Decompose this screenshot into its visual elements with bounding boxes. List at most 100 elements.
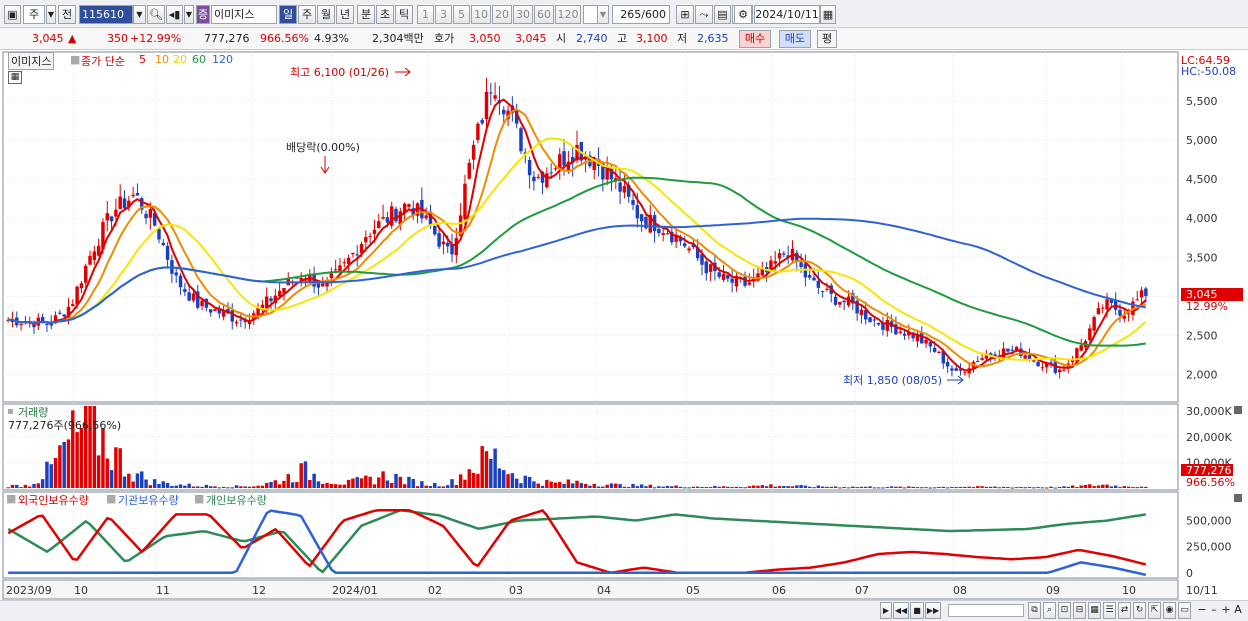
interval-button-20[interactable]: 20 [492,5,512,24]
scroll-right-icon[interactable]: ▶ [880,602,892,619]
volume-panel-close-icon[interactable] [1234,406,1242,414]
period-button-day[interactable]: 일 [279,5,297,24]
interval-button-30[interactable]: 30 [513,5,533,24]
eval-button[interactable]: 평 [817,30,837,48]
volume-bar [27,486,32,488]
interval-button-3[interactable]: 3 [435,5,452,24]
period-button-minute[interactable]: 분 [357,5,375,24]
candle-body [799,262,803,267]
prev-button[interactable]: 전 [58,5,76,24]
buy-button[interactable]: 매수 [739,30,771,48]
code-input[interactable]: 115610 [79,5,133,24]
export-icon[interactable]: ⇱ [1148,602,1161,619]
volume-bar [881,487,885,489]
candle-settings-icon[interactable]: ⊞ [676,5,694,24]
legend-ma60[interactable]: 60 [192,53,206,66]
period-select[interactable]: 주 [23,5,45,24]
volume-bar [191,486,196,488]
candle-body [161,242,166,246]
volume-bar [308,480,312,488]
zoom-dash-icon[interactable]: – [1208,602,1220,619]
chart-canvas[interactable]: 30,000K20,000K10,000K 500,000250,0000 5,… [0,50,1248,600]
interval-dropdown-icon[interactable]: ▼ [597,5,609,24]
holding-panel-close-icon[interactable] [1234,494,1242,502]
legend-foreign[interactable]: 외국인보유수량 [18,492,89,508]
scroll-end-icon[interactable]: ▶▶ [925,602,941,619]
open-label: 시 [556,32,567,45]
candle-body [424,215,428,219]
stock-badge: 증 [196,5,210,24]
date-field[interactable]: 2024/10/11 [754,5,820,24]
volume-bar [889,486,894,488]
interval-button-120[interactable]: 120 [555,5,581,24]
layout-icon[interactable]: ⊟ [1073,602,1086,619]
legend-individual[interactable]: 개인보유수량 [206,492,267,508]
volume-bar [545,479,549,488]
period-button-year[interactable]: 년 [336,5,354,24]
stop-icon[interactable]: ■ [910,602,924,619]
high-price: 3,100 [636,32,668,45]
candle-body [859,309,864,316]
interval-button-1[interactable]: 1 [417,5,434,24]
calendar-icon[interactable]: ▦ [820,5,836,24]
fit-icon[interactable]: ⊡ [1058,602,1071,619]
candle-body [75,286,79,305]
zoom-window-icon[interactable]: ⧉ [1028,602,1041,619]
grid-table-icon[interactable]: ▦ [8,71,22,84]
legend-institution[interactable]: 기관보유수량 [118,492,179,508]
candle-body [1096,308,1101,315]
volume-bar [695,486,700,488]
volume-bar [553,482,558,488]
search-icon[interactable]: 🔍︎ [147,5,165,24]
price-name-tag[interactable]: 이미지스 [8,52,55,70]
interval-button-10[interactable]: 10 [471,5,491,24]
zoom-slider[interactable] [948,604,1024,617]
candle-body [932,347,937,352]
legend-ma5[interactable]: 5 [139,53,146,66]
font-size-icon[interactable]: A [1232,602,1244,619]
volume-bar [454,484,459,488]
volume-bar [579,483,584,488]
legend-ma20[interactable]: 20 [173,53,187,66]
chart-area[interactable]: 30,000K 20,000K 10,000K 500,000 250,000 0 5,… [0,50,1248,600]
candle-body [618,182,622,192]
volume-bar [523,475,528,488]
period-button-month[interactable]: 월 [317,5,335,24]
price-y-tick: 3,500 [1186,251,1218,264]
drawing-tool-icon[interactable]: ⤳ [695,5,713,24]
interval-button-5[interactable]: 5 [453,5,470,24]
sound-icon[interactable]: ◂▮ [166,5,183,24]
count-field[interactable]: 265/600 [612,5,670,24]
volume-bar [230,487,234,489]
save-icon[interactable]: ▤ [714,5,731,24]
period-button-second[interactable]: 초 [376,5,394,24]
list-icon[interactable]: ☰ [1103,602,1116,619]
volume-bar [299,463,303,488]
interval-button-60[interactable]: 60 [534,5,554,24]
sound-dropdown-icon[interactable]: ▼ [184,5,194,24]
sell-button[interactable]: 매도 [779,30,811,48]
period-button-tick[interactable]: 틱 [395,5,413,24]
gear-icon[interactable]: ⚙ [734,5,752,24]
compare-icon[interactable]: ⇄ [1118,602,1131,619]
zoom-out-icon[interactable]: − [1196,602,1208,619]
grid-icon[interactable]: ▦ [1088,602,1101,619]
volume-bar [967,486,971,488]
camera-icon[interactable]: ◉ [1163,602,1176,619]
candle-body [144,213,148,219]
display-icon[interactable]: ▭ [1178,602,1191,619]
legend-ma10[interactable]: 10 [155,53,169,66]
code-dropdown-icon[interactable]: ▼ [133,5,146,24]
period-dropdown-icon[interactable]: ▼ [46,5,56,24]
period-button-week[interactable]: 주 [298,5,316,24]
chart-type-icon[interactable]: ▣ [4,5,21,24]
zoom-in-icon[interactable]: + [1220,602,1232,619]
stock-name-field[interactable]: 이미지스 [211,5,277,24]
volume-bar [398,476,403,488]
refresh-icon[interactable]: ↻ [1133,602,1146,619]
search-icon[interactable]: ⌕ [1043,602,1056,619]
legend-ma120[interactable]: 120 [212,53,233,66]
volume-bar [510,473,515,488]
scroll-start-icon[interactable]: ◀◀ [893,602,909,619]
volume-bar [316,481,321,488]
